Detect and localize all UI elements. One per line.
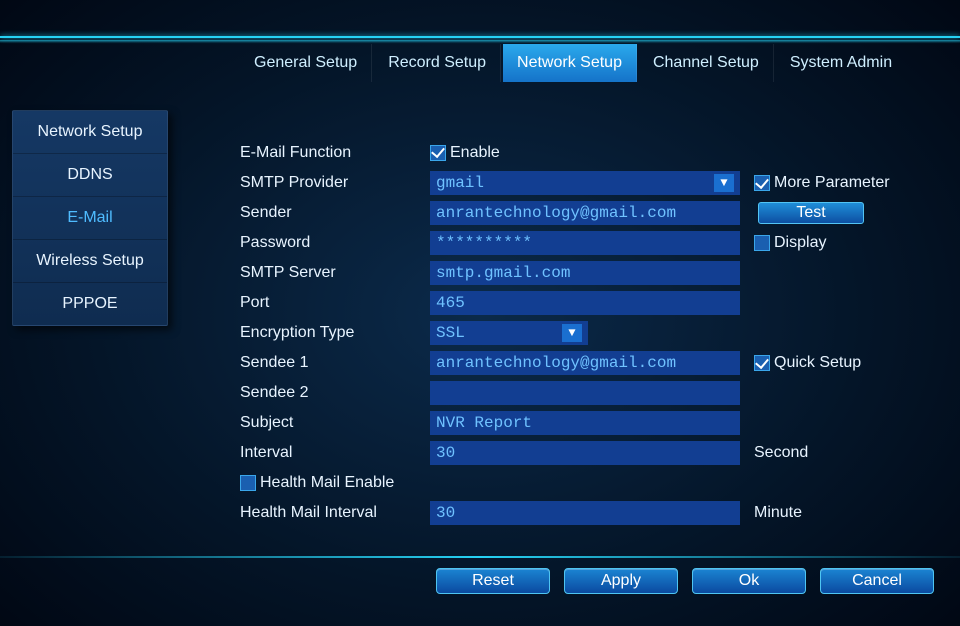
- sendee1-input[interactable]: anrantechnology@gmail.com: [430, 351, 740, 375]
- encryption-label: Encryption Type: [240, 324, 430, 342]
- port-input[interactable]: 465: [430, 291, 740, 315]
- tab-channel-setup[interactable]: Channel Setup: [639, 44, 774, 82]
- health-mail-enable-checkbox[interactable]: Health Mail Enable: [240, 474, 394, 492]
- tab-record-setup[interactable]: Record Setup: [374, 44, 501, 82]
- form-panel: E-Mail Function Enable SMTP Provider gma…: [240, 138, 940, 528]
- interval-input[interactable]: 30: [430, 441, 740, 465]
- sender-label: Sender: [240, 204, 430, 222]
- health-interval-label: Health Mail Interval: [240, 504, 430, 522]
- password-input[interactable]: **********: [430, 231, 740, 255]
- display-label: Display: [774, 234, 826, 252]
- subject-input[interactable]: NVR Report: [430, 411, 740, 435]
- sender-input[interactable]: anrantechnology@gmail.com: [430, 201, 740, 225]
- enable-checkbox[interactable]: Enable: [430, 144, 500, 162]
- chevron-down-icon: ▼: [562, 324, 582, 342]
- top-tabs: General Setup Record Setup Network Setup…: [240, 44, 906, 82]
- subject-label: Subject: [240, 414, 430, 432]
- smtp-server-label: SMTP Server: [240, 264, 430, 282]
- action-bar: Reset Apply Ok Cancel: [436, 568, 934, 594]
- reset-button[interactable]: Reset: [436, 568, 550, 594]
- more-parameter-checkbox[interactable]: More Parameter: [754, 174, 890, 192]
- sendee1-label: Sendee 1: [240, 354, 430, 372]
- sendee2-input[interactable]: [430, 381, 740, 405]
- sidebar-item-email[interactable]: E-Mail: [13, 197, 167, 240]
- cancel-button[interactable]: Cancel: [820, 568, 934, 594]
- smtp-provider-value: gmail: [436, 174, 484, 192]
- health-mail-enable-label: Health Mail Enable: [260, 474, 394, 492]
- encryption-value: SSL: [436, 324, 465, 342]
- sendee2-label: Sendee 2: [240, 384, 430, 402]
- health-interval-unit-label: Minute: [754, 504, 802, 522]
- password-label: Password: [240, 234, 430, 252]
- tab-network-setup[interactable]: Network Setup: [503, 44, 637, 82]
- email-function-label: E-Mail Function: [240, 144, 430, 162]
- quick-setup-label: Quick Setup: [774, 354, 861, 372]
- quick-setup-checkbox[interactable]: Quick Setup: [754, 354, 861, 372]
- interval-label: Interval: [240, 444, 430, 462]
- tab-general-setup[interactable]: General Setup: [240, 44, 372, 82]
- chevron-down-icon: ▼: [714, 174, 734, 192]
- display-checkbox[interactable]: Display: [754, 234, 826, 252]
- check-icon: [434, 146, 442, 159]
- tab-system-admin[interactable]: System Admin: [776, 44, 906, 82]
- smtp-server-input[interactable]: smtp.gmail.com: [430, 261, 740, 285]
- check-icon: [758, 357, 766, 370]
- smtp-provider-select[interactable]: gmail ▼: [430, 171, 740, 195]
- sidebar-item-pppoe[interactable]: PPPOE: [13, 283, 167, 325]
- ok-button[interactable]: Ok: [692, 568, 806, 594]
- interval-unit-label: Second: [754, 444, 808, 462]
- enable-label: Enable: [450, 144, 500, 162]
- health-interval-input[interactable]: 30: [430, 501, 740, 525]
- sidebar-item-ddns[interactable]: DDNS: [13, 154, 167, 197]
- apply-button[interactable]: Apply: [564, 568, 678, 594]
- test-button[interactable]: Test: [758, 202, 864, 224]
- more-parameter-label: More Parameter: [774, 174, 890, 192]
- port-label: Port: [240, 294, 430, 312]
- sidebar-item-wireless-setup[interactable]: Wireless Setup: [13, 240, 167, 283]
- check-icon: [758, 177, 766, 190]
- smtp-provider-label: SMTP Provider: [240, 174, 430, 192]
- sidebar: Network Setup DDNS E-Mail Wireless Setup…: [12, 110, 168, 326]
- sidebar-item-network-setup[interactable]: Network Setup: [13, 111, 167, 154]
- encryption-select[interactable]: SSL ▼: [430, 321, 588, 345]
